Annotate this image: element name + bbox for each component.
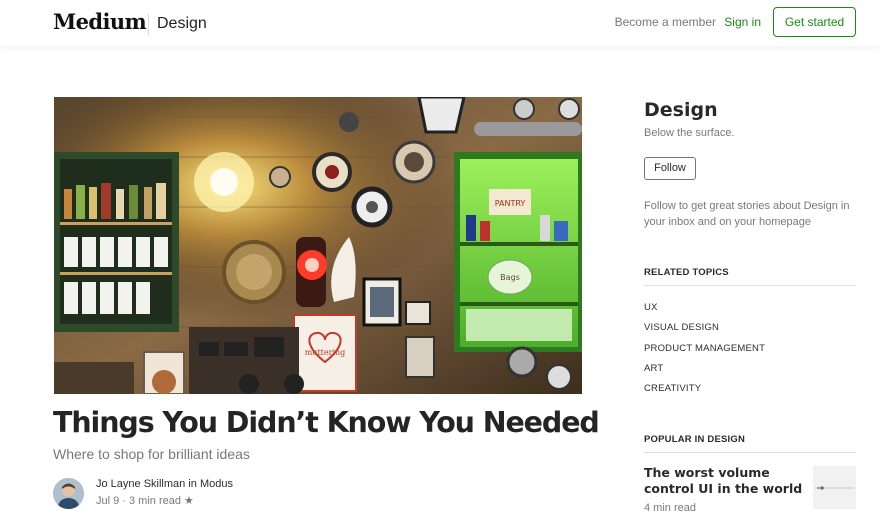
follow-button[interactable]: Follow xyxy=(644,157,696,180)
top-navigation-bar: Medium Design Become a member Sign in Ge… xyxy=(0,0,880,46)
become-member-link[interactable]: Become a member xyxy=(615,14,716,30)
topic-link[interactable]: UX xyxy=(644,302,765,314)
logo-divider xyxy=(148,14,149,35)
popular-heading: POPULAR IN DESIGN xyxy=(644,434,746,445)
get-started-button[interactable]: Get started xyxy=(773,7,856,37)
topic-link[interactable]: VISUAL DESIGN xyxy=(644,322,765,334)
author-publication-line[interactable]: Jo Layne Skillman in Modus xyxy=(96,477,233,491)
follow-description: Follow to get great stories about Design… xyxy=(644,200,850,228)
article-meta: Jul 9 · 3 min read ★ xyxy=(96,495,194,507)
publication-section-name[interactable]: Design xyxy=(157,13,207,35)
related-topics-heading: RELATED TOPICS xyxy=(644,267,729,278)
article-subtitle[interactable]: Where to shop for brilliant ideas xyxy=(53,445,250,463)
sign-in-link[interactable]: Sign in xyxy=(724,14,761,30)
topic-link[interactable]: PRODUCT MANAGEMENT xyxy=(644,343,765,355)
section-title: Design xyxy=(644,99,718,121)
popular-story-title[interactable]: The worst volume control UI in the world xyxy=(644,465,809,497)
topic-link[interactable]: CREATIVITY xyxy=(644,383,765,395)
related-topics-list: UX VISUAL DESIGN PRODUCT MANAGEMENT ART … xyxy=(644,302,765,403)
related-topics-divider xyxy=(644,285,856,286)
popular-story-meta: 4 min read xyxy=(644,502,696,514)
hero-pantry-sign: PANTRY xyxy=(495,199,526,208)
medium-logo[interactable]: Medium xyxy=(53,9,147,35)
popular-divider xyxy=(644,452,856,453)
popular-story-thumbnail[interactable] xyxy=(813,466,856,509)
hero-image[interactable]: muttering PANTRY Bags xyxy=(54,97,582,394)
hero-heart-sign: muttering xyxy=(305,348,346,357)
author-avatar[interactable] xyxy=(53,478,84,509)
section-tagline: Below the surface. xyxy=(644,127,735,139)
hero-bags-sign: Bags xyxy=(500,273,520,282)
article-title[interactable]: Things You Didn’t Know You Needed xyxy=(53,404,600,442)
topic-link[interactable]: ART xyxy=(644,363,765,375)
